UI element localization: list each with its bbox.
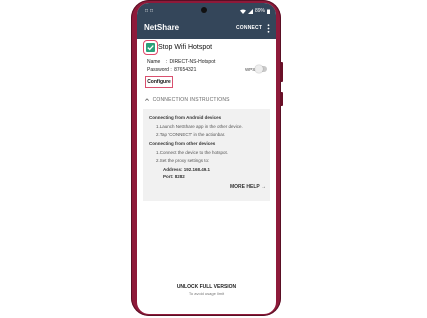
android-step-1: 1.Launch NetShare app in the other devic… [156,124,243,129]
hotspot-label: Stop Wifi Hotspot [158,44,213,51]
name-label: Name [147,59,161,65]
power-button [280,92,283,106]
wifi-icon [239,9,246,14]
password-row: Password : 87654321 [147,67,197,73]
password-label: Password [147,67,169,73]
name-value: DIRECT-NS-Hotspot [169,59,216,65]
other-step-2: 2.Set the proxy settings to: [156,158,210,163]
more-help-link[interactable]: MORE HELP → [230,184,266,190]
battery-level: 89% [254,8,265,14]
app-title: NetShare [144,23,180,32]
battery-icon [267,9,270,14]
configure-button[interactable]: Configure [145,76,173,88]
volume-button [280,62,283,82]
proxy-address: Address: 192.168.49.1 [163,167,211,172]
status-bar: □ □ 89% [137,3,276,19]
other-step-1: 1.Connect the device to the hotspot. [156,150,229,155]
other-title: Connecting from other devices [149,141,216,146]
stage: □ □ 89% NetShare CONNECT Stop Wifi Hotsp… [0,0,427,318]
wps-toggle[interactable] [255,65,267,73]
proxy-port: Port: 8282 [163,174,185,179]
name-row: Name : DIRECT-NS-Hotspot [147,59,216,65]
password-value: 87654321 [174,67,197,73]
app-bar: NetShare CONNECT [137,19,276,39]
instructions-header-label: CONNECTION INSTRUCTIONS [152,97,230,103]
wps-label: WPS [245,67,256,72]
status-icons: 89% [239,3,270,19]
check-icon [147,45,154,51]
more-options-icon[interactable] [267,24,270,33]
signal-icon [247,8,253,14]
status-time: □ □ [145,8,154,14]
unlock-subtitle: To avoid usage limit [188,291,225,296]
front-camera [201,7,207,13]
phone-screen: □ □ 89% NetShare CONNECT Stop Wifi Hotsp… [137,3,276,314]
chevron-up-icon [145,98,149,102]
unlock-full-version-button[interactable]: UNLOCK FULL VERSION [137,284,276,290]
android-title: Connecting from Android devices [149,115,222,120]
connect-button[interactable]: CONNECT [236,25,262,31]
hotspot-checkbox[interactable] [143,40,158,55]
wps-toggle-knob [255,65,263,73]
instructions-toggle[interactable]: CONNECTION INSTRUCTIONS [145,97,230,103]
android-step-2: 2.Tap 'CONNECT' in the actionbar. [156,132,226,137]
